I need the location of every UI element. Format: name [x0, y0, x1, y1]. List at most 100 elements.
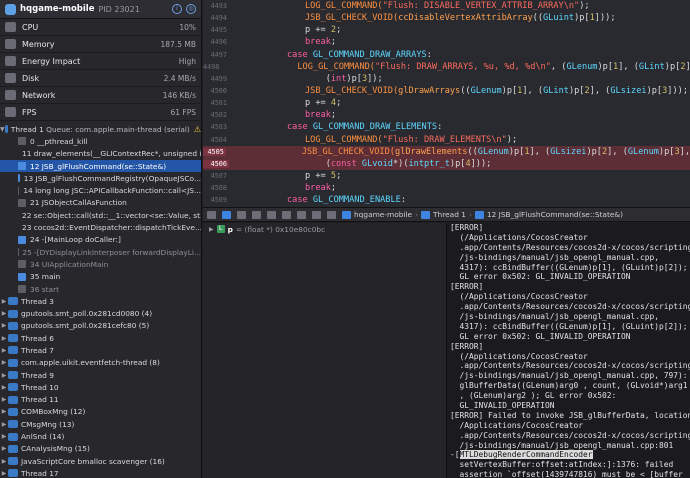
disclosure-closed-icon[interactable]: ▶ — [0, 310, 8, 317]
line-number[interactable]: 4496 — [203, 38, 229, 46]
location-icon[interactable] — [327, 210, 336, 219]
code-line[interactable]: 4494 JSB_GL_CHECK_VOID(ccDisableVertexAtt… — [203, 12, 690, 24]
code-line[interactable]: 4508 break; — [203, 182, 690, 194]
step-out-icon[interactable] — [282, 210, 291, 219]
code-line[interactable]: 4500 JSB_GL_CHECK_VOID(glDrawArrays((GLen… — [203, 85, 690, 97]
code-line[interactable]: 4503 case GL_COMMAND_DRAW_ELEMENTS: — [203, 121, 690, 133]
code-line[interactable]: 4504 LOG_GL_COMMAND("Flush: DRAW_ELEMENTS… — [203, 134, 690, 146]
line-number[interactable]: 4499 — [203, 75, 229, 83]
disclosure-closed-icon[interactable]: ▶ — [0, 470, 8, 477]
code-line[interactable]: 4498 LOG_GL_COMMAND("Flush: DRAW_ARRAYS, … — [203, 61, 690, 73]
code-line[interactable]: 4505 JSB_GL_CHECK_VOID(glDrawElements((GL… — [203, 145, 690, 158]
breakpoints-icon[interactable] — [222, 210, 231, 219]
disclosure-open-icon[interactable]: ▼ — [0, 126, 5, 133]
stack-frame[interactable]: 0 __pthread_kill — [0, 135, 201, 147]
code-line[interactable]: 4495 p += 2; — [203, 24, 690, 36]
step-over-icon[interactable] — [252, 210, 261, 219]
disclosure-closed-icon[interactable]: ▶ — [0, 322, 8, 329]
crumb-app[interactable]: hqgame-mobile — [354, 210, 412, 219]
stack-frame[interactable]: 34 UIApplicationMain — [0, 258, 201, 270]
stack-frame[interactable]: 11 draw_elements(__GLIContextRec*, unsig… — [0, 148, 201, 160]
debug-console[interactable]: [ERROR] (/Applications/CocosCreator .app… — [447, 223, 690, 478]
step-in-icon[interactable] — [267, 210, 276, 219]
disclosure-closed-icon[interactable]: ▶ — [0, 433, 8, 440]
line-number[interactable]: 4504 — [203, 136, 229, 144]
info-icon[interactable]: i — [172, 4, 182, 14]
code-line[interactable]: 4502 break; — [203, 109, 690, 121]
stack-frame[interactable]: 23 cocos2d::EventDispatcher::dispatchTic… — [0, 221, 201, 233]
thread-row[interactable]: ▶ com.apple.uikit.eventfetch-thread (8) — [0, 357, 201, 369]
line-number[interactable]: 4503 — [203, 123, 229, 131]
line-number[interactable]: 4508 — [203, 184, 229, 192]
thread-row[interactable]: ▶ JavaScriptCore bmalloc scavenger (16) — [0, 455, 201, 467]
code-line[interactable]: 4507 p += 5; — [203, 170, 690, 182]
disclosure-closed-icon[interactable]: ▶ — [0, 359, 8, 366]
line-number[interactable]: 4506 — [203, 159, 229, 168]
disclosure-closed-icon[interactable]: ▶ — [0, 372, 8, 379]
thread-row[interactable]: ▶ gputools.smt_poll.0x281cefc80 (5) — [0, 320, 201, 332]
thread-row[interactable]: ▶ Thread 11 — [0, 394, 201, 406]
options-icon[interactable]: ◎ — [186, 4, 196, 14]
stack-frame[interactable]: 25 -[DYDisplayLinkInterposer forwardDisp… — [0, 246, 201, 258]
line-number[interactable]: 4505 — [203, 147, 226, 156]
stack-frame[interactable]: 24 -[MainLoop doCaller:] — [0, 234, 201, 246]
code-line[interactable]: 4493 LOG_GL_COMMAND("Flush: DISABLE_VERTE… — [203, 0, 690, 12]
gauge-memory[interactable]: Memory 187.5 MB — [0, 36, 201, 53]
gauge-disk[interactable]: Disk 2.4 MB/s — [0, 70, 201, 87]
line-number[interactable]: 4500 — [203, 87, 229, 95]
line-number[interactable]: 4495 — [203, 26, 229, 34]
thread-row[interactable]: ▶ CAnalysisMng (15) — [0, 443, 201, 455]
disclosure-closed-icon[interactable]: ▶ — [0, 396, 8, 403]
code-line[interactable]: 4499 (int)p[3]); — [203, 73, 690, 85]
toggle-console-icon[interactable] — [207, 210, 216, 219]
variable-row[interactable]: ▶ L p = (float *) 0x10e80c0bc — [203, 223, 446, 235]
disclosure-closed-icon[interactable]: ▶ — [209, 226, 214, 233]
thread-row[interactable]: ▶ Thread 9 — [0, 369, 201, 381]
line-number[interactable]: 4502 — [203, 111, 229, 119]
gauge-fps[interactable]: FPS 61 FPS — [0, 104, 201, 121]
view-hierarchy-icon[interactable] — [297, 210, 306, 219]
crumb-frame[interactable]: 12 JSB_glFlushCommand(se::State&) — [487, 210, 623, 219]
thread-1[interactable]: ▼ Thread 1 Queue: com.apple.main-thread … — [0, 123, 201, 135]
pause-icon[interactable] — [237, 210, 246, 219]
gauge-network[interactable]: Network 146 KB/s — [0, 87, 201, 104]
thread-row[interactable]: ▶ Thread 7 — [0, 344, 201, 356]
code-line[interactable]: 4501 p += 4; — [203, 97, 690, 109]
thread-row[interactable]: ▶ COMBoxMng (12) — [0, 406, 201, 418]
line-number[interactable]: 4509 — [203, 196, 229, 204]
disclosure-closed-icon[interactable]: ▶ — [0, 298, 8, 305]
line-number[interactable]: 4497 — [203, 51, 229, 59]
thread-row[interactable]: ▶ Thread 6 — [0, 332, 201, 344]
crumb-thread[interactable]: Thread 1 — [433, 210, 466, 219]
stack-frame[interactable]: 21 JSObjectCallAsFunction — [0, 197, 201, 209]
stack-frame[interactable]: 14 long long JSC::APICallbackFunction::c… — [0, 184, 201, 196]
disclosure-closed-icon[interactable]: ▶ — [0, 458, 8, 465]
thread-row[interactable]: ▶ Thread 10 — [0, 381, 201, 393]
thread-row[interactable]: ▶ AnlSnd (14) — [0, 430, 201, 442]
disclosure-closed-icon[interactable]: ▶ — [0, 335, 8, 342]
thread-row[interactable]: ▶ Thread 17 — [0, 467, 201, 478]
disclosure-closed-icon[interactable]: ▶ — [0, 408, 8, 415]
stack-frame[interactable]: 13 JSB_glFlushCommandRegistry(OpaqueJSCo… — [0, 172, 201, 184]
disclosure-closed-icon[interactable]: ▶ — [0, 421, 8, 428]
code-line[interactable]: 4496 break; — [203, 36, 690, 48]
thread-row[interactable]: ▶ Thread 3 — [0, 295, 201, 307]
line-number[interactable]: 4507 — [203, 172, 229, 180]
line-number[interactable]: 4498 — [203, 63, 221, 71]
code-line[interactable]: 4506 (const GLvoid*)(intptr_t)p[4])); — [203, 157, 690, 170]
stack-frame[interactable]: 35 main — [0, 271, 201, 283]
gauge-cpu[interactable]: CPU 10% — [0, 19, 201, 36]
memory-graph-icon[interactable] — [312, 210, 321, 219]
stack-frame[interactable]: 12 JSB_glFlushCommand(se::State&) — [0, 159, 201, 173]
line-number[interactable]: 4501 — [203, 99, 229, 107]
line-number[interactable]: 4494 — [203, 14, 229, 22]
disclosure-closed-icon[interactable]: ▶ — [0, 445, 8, 452]
thread-row[interactable]: ▶ gputools.smt_poll.0x281cd0080 (4) — [0, 307, 201, 319]
code-line[interactable]: 4509 case GL_COMMAND_ENABLE: — [203, 194, 690, 206]
code-line[interactable]: 4497 case GL_COMMAND_DRAW_ARRAYS: — [203, 49, 690, 61]
line-number[interactable]: 4493 — [203, 2, 229, 10]
disclosure-closed-icon[interactable]: ▶ — [0, 384, 8, 391]
stack-frame[interactable]: 22 se::Object::call(std::__1::vector<se:… — [0, 209, 201, 221]
stack-frame[interactable]: 36 start — [0, 283, 201, 295]
disclosure-closed-icon[interactable]: ▶ — [0, 347, 8, 354]
